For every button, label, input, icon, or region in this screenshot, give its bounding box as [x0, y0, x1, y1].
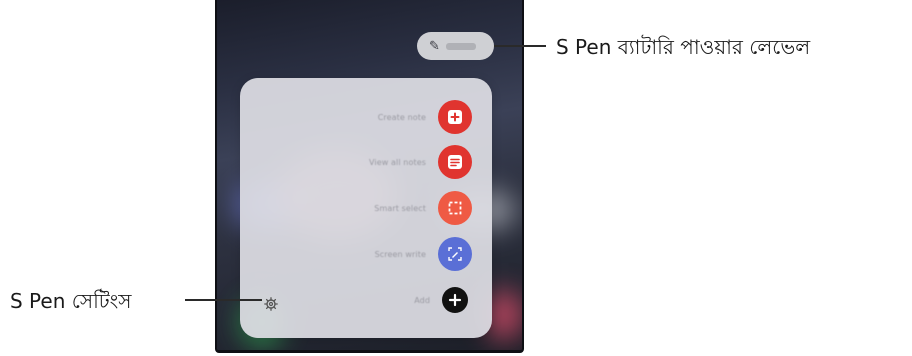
wallpaper-blob — [487, 290, 522, 340]
air-command-panel: Create note View all notes Smart select … — [240, 78, 492, 338]
plus-icon[interactable] — [442, 287, 468, 313]
menu-item-add[interactable]: Add — [414, 283, 472, 317]
spen-battery-indicator: ✎ — [417, 32, 494, 60]
menu-item-view-notes[interactable]: View all notes — [369, 145, 472, 179]
menu-item-create-note[interactable]: Create note — [378, 100, 472, 134]
pen-icon: ✎ — [429, 38, 440, 54]
notes-list-icon[interactable] — [438, 145, 472, 179]
settings-callout-line — [185, 299, 262, 301]
menu-item-label: Add — [414, 295, 430, 305]
battery-level-bar — [445, 42, 476, 50]
smart-select-icon[interactable] — [438, 191, 472, 225]
settings-callout-label: S Pen সেটিংস — [10, 289, 132, 313]
menu-item-label: Smart select — [374, 203, 426, 213]
menu-item-label: View all notes — [368, 157, 426, 167]
menu-item-label: Screen write — [374, 249, 426, 259]
battery-callout-label: S Pen ব্যাটারি পাওয়ার লেভেল — [556, 35, 811, 59]
screen-write-icon[interactable] — [438, 237, 472, 271]
note-add-icon[interactable] — [438, 100, 472, 134]
menu-item-screen-write[interactable]: Screen write — [375, 237, 472, 271]
menu-item-label: Create note — [377, 112, 426, 122]
battery-callout-line — [494, 45, 546, 47]
gear-icon[interactable] — [264, 296, 278, 311]
menu-item-smart-select[interactable]: Smart select — [374, 191, 472, 225]
